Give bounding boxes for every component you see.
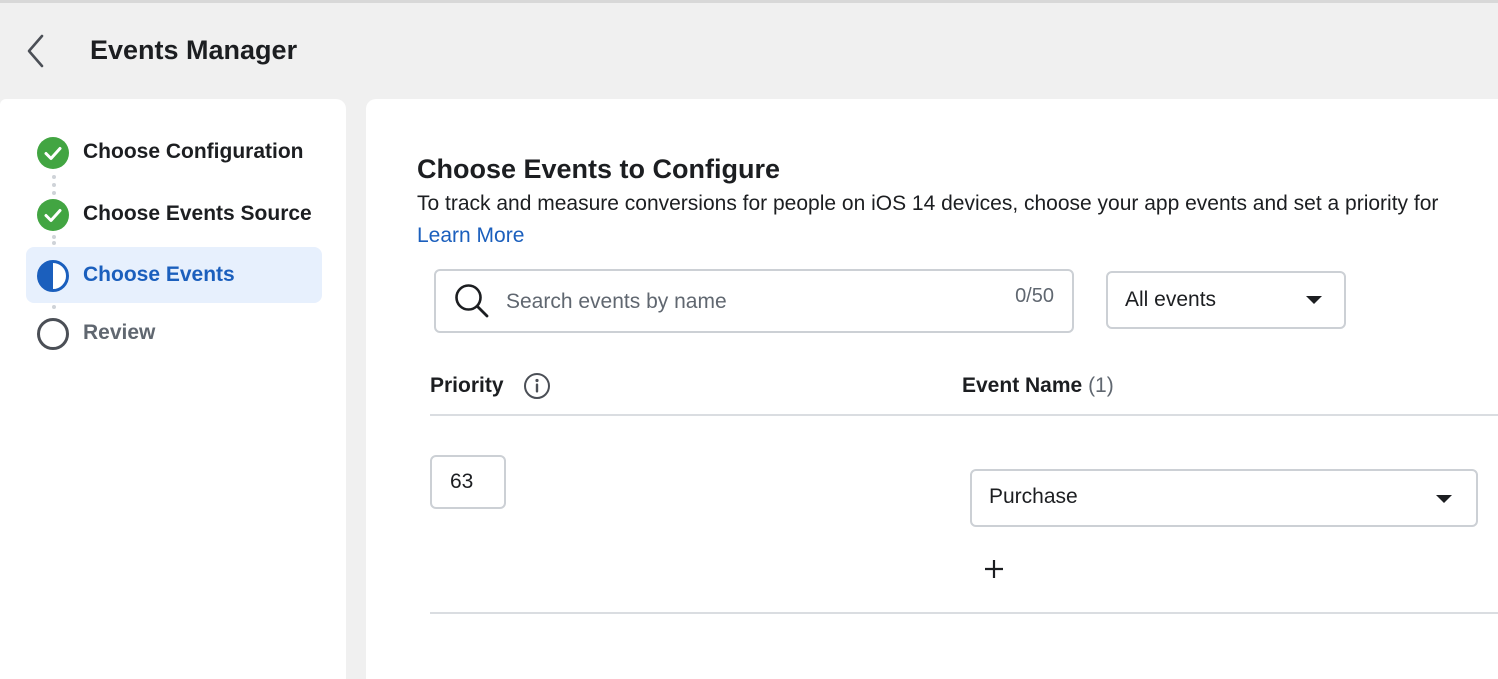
section-description: To track and measure conversions for peo… [417, 192, 1439, 215]
steps-sidebar: Choose Configuration Choose Events Sourc… [0, 99, 346, 679]
info-icon[interactable] [523, 372, 551, 400]
search-icon [455, 284, 489, 318]
caret-down-icon [1436, 495, 1452, 503]
header: Events Manager [0, 3, 1498, 99]
search-box[interactable]: 0/50 [434, 269, 1074, 333]
step-choose-events-source[interactable]: Choose Events Source [26, 186, 322, 242]
caret-down-icon [1306, 296, 1322, 304]
dropdown-value: Purchase [989, 485, 1078, 508]
check-circle-icon [37, 199, 69, 231]
priority-column-header: Priority [430, 374, 504, 397]
table-row-divider [430, 612, 1498, 614]
event-filter-dropdown[interactable]: All events [1106, 271, 1346, 329]
event-name-column-header: Event Name (1) [962, 374, 1114, 398]
add-event-button[interactable] [980, 555, 1008, 583]
main-panel: Choose Events to Configure To track and … [366, 99, 1498, 679]
step-label: Choose Events [83, 263, 235, 286]
search-input[interactable] [504, 285, 968, 319]
half-circle-progress-icon [37, 260, 69, 292]
step-label: Choose Events Source [83, 202, 312, 225]
step-choose-events[interactable]: Choose Events [26, 247, 322, 303]
priority-input[interactable] [430, 455, 506, 509]
empty-circle-icon [37, 318, 69, 350]
check-circle-icon [37, 137, 69, 169]
search-char-count: 0/50 [1015, 285, 1054, 307]
step-choose-configuration[interactable]: Choose Configuration [26, 124, 322, 180]
step-label: Review [83, 321, 156, 344]
event-name-dropdown[interactable]: Purchase [970, 469, 1478, 527]
plus-icon [985, 560, 1003, 578]
event-name-header-label: Event Name [962, 374, 1083, 397]
chevron-left-icon [27, 34, 44, 68]
section-title: Choose Events to Configure [417, 154, 781, 184]
step-label: Choose Configuration [83, 140, 304, 163]
table-header-divider [430, 414, 1498, 416]
step-review[interactable]: Review [26, 305, 322, 361]
back-button[interactable] [20, 31, 54, 71]
learn-more-link[interactable]: Learn More [417, 224, 524, 248]
event-count: (1) [1088, 374, 1114, 397]
dropdown-value: All events [1125, 288, 1217, 311]
page-title: Events Manager [90, 35, 298, 65]
